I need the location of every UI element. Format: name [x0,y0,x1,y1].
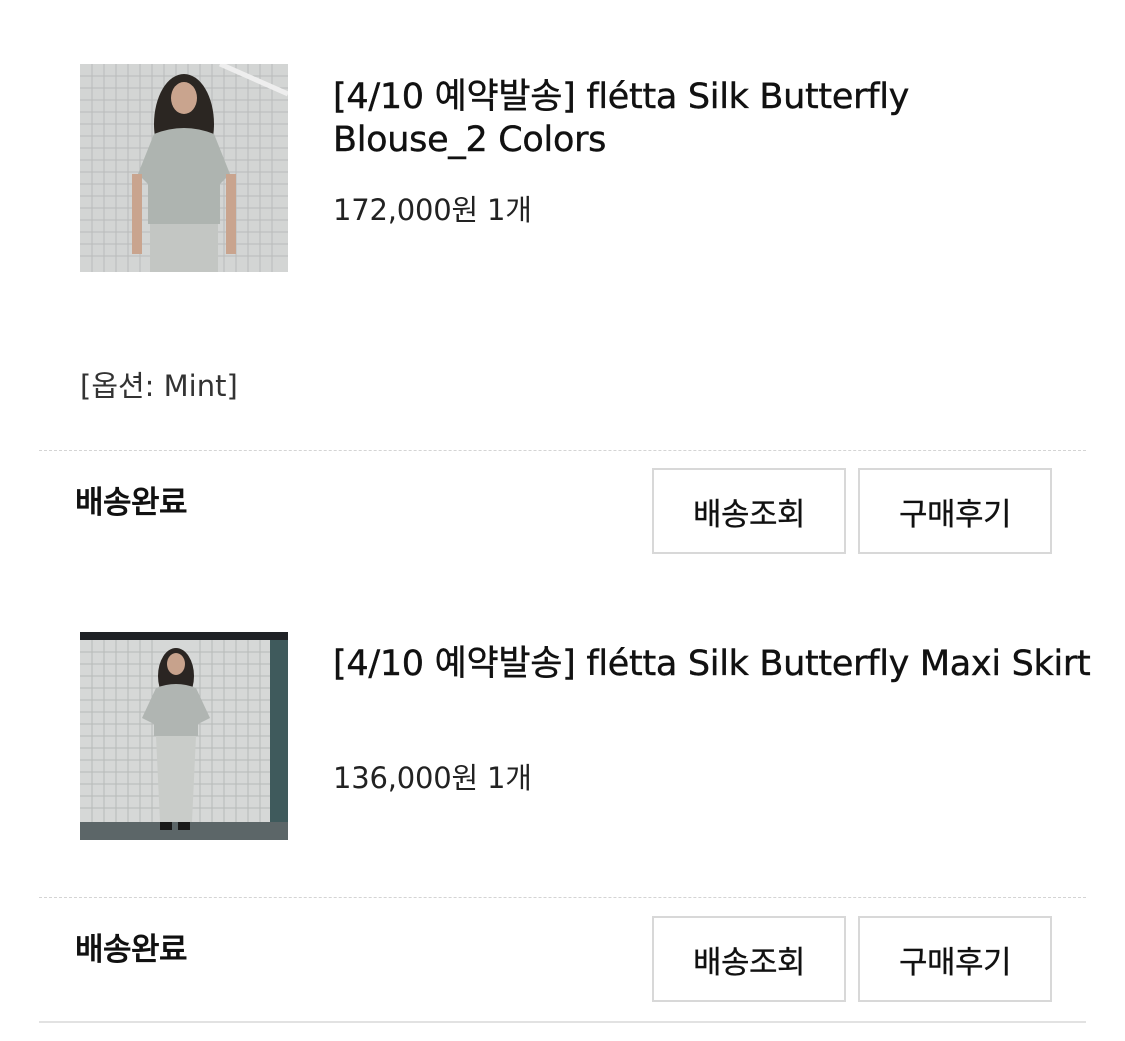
divider [39,450,1086,451]
delivery-status: 배송완료 [75,485,188,521]
product-thumbnail[interactable] [80,64,288,272]
product-thumbnail[interactable] [80,632,288,840]
delivery-status: 배송완료 [75,932,188,968]
product-quantity: 1개 [487,761,532,795]
product-photo-blouse [80,64,288,272]
write-review-button[interactable]: 구매후기 [858,916,1052,1002]
track-delivery-button[interactable]: 배송조회 [652,916,846,1002]
product-price-line: 136,000원 1개 [333,760,532,796]
track-delivery-button[interactable]: 배송조회 [652,468,846,554]
product-option: [옵션: Mint] [80,369,238,403]
product-price-line: 172,000원 1개 [333,192,532,228]
product-price: 172,000원 [333,193,479,227]
list-bottom-border [39,1021,1086,1023]
divider [39,897,1086,898]
product-price: 136,000원 [333,761,479,795]
write-review-button[interactable]: 구매후기 [858,468,1052,554]
product-quantity: 1개 [487,193,532,227]
product-title[interactable]: [4/10 예약발송] flétta Silk Butterfly Maxi S… [333,643,1093,686]
product-photo-skirt [80,632,288,840]
product-title[interactable]: [4/10 예약발송] flétta Silk Butterfly Blouse… [333,76,1033,162]
